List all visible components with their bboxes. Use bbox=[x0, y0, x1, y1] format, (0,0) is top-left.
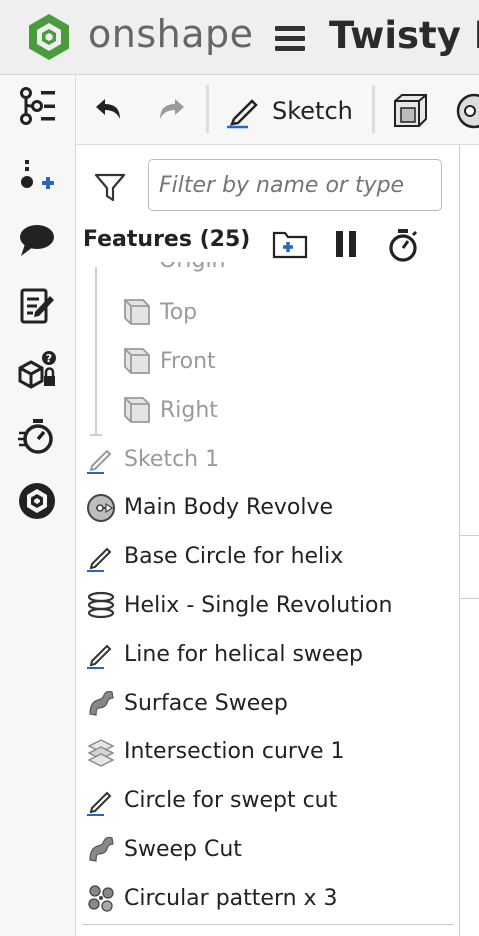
sketch-button[interactable]: Sketch bbox=[226, 91, 353, 131]
feature-label: Helix - Single Revolution bbox=[124, 592, 393, 618]
undo-button[interactable] bbox=[92, 91, 124, 131]
onshape-logo-icon[interactable] bbox=[24, 12, 74, 62]
feature-list-icon[interactable] bbox=[14, 83, 60, 129]
comments-icon[interactable] bbox=[14, 217, 60, 263]
feature-panel: Features (25) Origin Top Front Right Sketc… bbox=[76, 145, 460, 936]
plane-item-front[interactable]: Front bbox=[76, 337, 460, 385]
sketch-label: Sketch bbox=[272, 97, 353, 125]
sweep-icon bbox=[84, 686, 118, 720]
revolve-button[interactable] bbox=[456, 91, 479, 131]
helix-icon bbox=[84, 588, 118, 622]
extrude-icon bbox=[394, 94, 427, 127]
plane-item-right[interactable]: Right bbox=[76, 386, 460, 434]
plane-icon bbox=[120, 344, 154, 378]
left-rail: ? bbox=[0, 75, 76, 936]
rebuild-timer-icon[interactable] bbox=[386, 227, 420, 262]
revolve-icon bbox=[84, 491, 118, 525]
sketch-icon bbox=[227, 99, 258, 129]
intersection-curve-icon bbox=[84, 735, 118, 769]
toolbar: Sketch bbox=[76, 75, 479, 145]
graphics-area-divider bbox=[459, 598, 479, 599]
redo-icon bbox=[160, 99, 184, 119]
circular-pattern-icon bbox=[84, 881, 118, 915]
feature-list-item[interactable]: Circle for swept cut bbox=[76, 777, 460, 825]
feature-label: Front bbox=[160, 348, 216, 374]
graphics-area-divider bbox=[459, 535, 479, 536]
undo-icon bbox=[96, 99, 120, 119]
redo-button[interactable] bbox=[156, 91, 188, 131]
feature-list-item[interactable]: Sketch 1 bbox=[76, 435, 460, 483]
top-bar: onshape Twisty F bbox=[0, 0, 479, 75]
feature-label: Line for helical sweep bbox=[124, 641, 363, 667]
feature-list-item[interactable]: Line for helical sweep bbox=[76, 630, 460, 678]
feature-list-item[interactable]: Helix - Single Revolution bbox=[76, 581, 460, 629]
pause-icon[interactable] bbox=[332, 227, 366, 261]
feature-label: Main Body Revolve bbox=[124, 495, 334, 521]
sketch-icon bbox=[84, 784, 118, 818]
feature-label: Origin bbox=[159, 262, 226, 273]
feature-list-item[interactable]: Sweep Cut bbox=[76, 825, 460, 873]
feature-label: Sweep Cut bbox=[124, 836, 242, 862]
performance-timer-icon[interactable] bbox=[14, 413, 60, 459]
features-count-header: Features (25) bbox=[83, 227, 251, 252]
feature-label: Surface Sweep bbox=[124, 690, 288, 716]
onshape-app-icon[interactable] bbox=[14, 478, 60, 524]
feature-list-item[interactable]: Surface Sweep bbox=[76, 679, 460, 727]
feature-label: Right bbox=[160, 397, 218, 423]
panel-divider bbox=[82, 924, 454, 925]
extrude-button[interactable] bbox=[392, 91, 428, 131]
menu-hamburger-icon[interactable] bbox=[275, 26, 305, 52]
add-folder-icon[interactable] bbox=[272, 227, 308, 261]
feature-label: Circular pattern x 3 bbox=[124, 885, 338, 911]
svg-text:?: ? bbox=[46, 352, 52, 365]
sketch-icon bbox=[84, 442, 118, 476]
notes-icon[interactable] bbox=[14, 283, 60, 329]
feature-list-item[interactable]: Intersection curve 1 bbox=[76, 728, 460, 776]
plane-item-top[interactable]: Top bbox=[76, 288, 460, 336]
feature-list-item[interactable]: Origin bbox=[126, 262, 246, 276]
feature-label: Top bbox=[160, 299, 198, 325]
sweep-icon bbox=[84, 832, 118, 866]
feature-filter-input[interactable] bbox=[148, 159, 442, 211]
plane-icon bbox=[120, 393, 154, 427]
feature-label: Sketch 1 bbox=[124, 446, 220, 472]
sketch-icon bbox=[84, 540, 118, 574]
insert-part-icon[interactable] bbox=[14, 155, 60, 201]
feature-label: Intersection curve 1 bbox=[124, 739, 345, 765]
sketch-icon bbox=[84, 637, 118, 671]
revolve-icon bbox=[456, 93, 479, 129]
toolbar-divider bbox=[372, 85, 375, 133]
feature-list-item[interactable]: Circular pattern x 3 bbox=[76, 874, 460, 922]
filter-icon[interactable] bbox=[94, 171, 126, 203]
feature-list-item[interactable]: Main Body Revolve bbox=[76, 484, 460, 532]
feature-label: Circle for swept cut bbox=[124, 788, 338, 814]
part-properties-icon[interactable]: ? bbox=[14, 347, 60, 393]
brand-name: onshape bbox=[88, 12, 254, 56]
plane-icon bbox=[120, 295, 154, 329]
toolbar-divider bbox=[206, 85, 209, 133]
document-title[interactable]: Twisty F bbox=[329, 14, 479, 57]
feature-label: Base Circle for helix bbox=[124, 544, 344, 570]
feature-list-item[interactable]: Base Circle for helix bbox=[76, 533, 460, 581]
